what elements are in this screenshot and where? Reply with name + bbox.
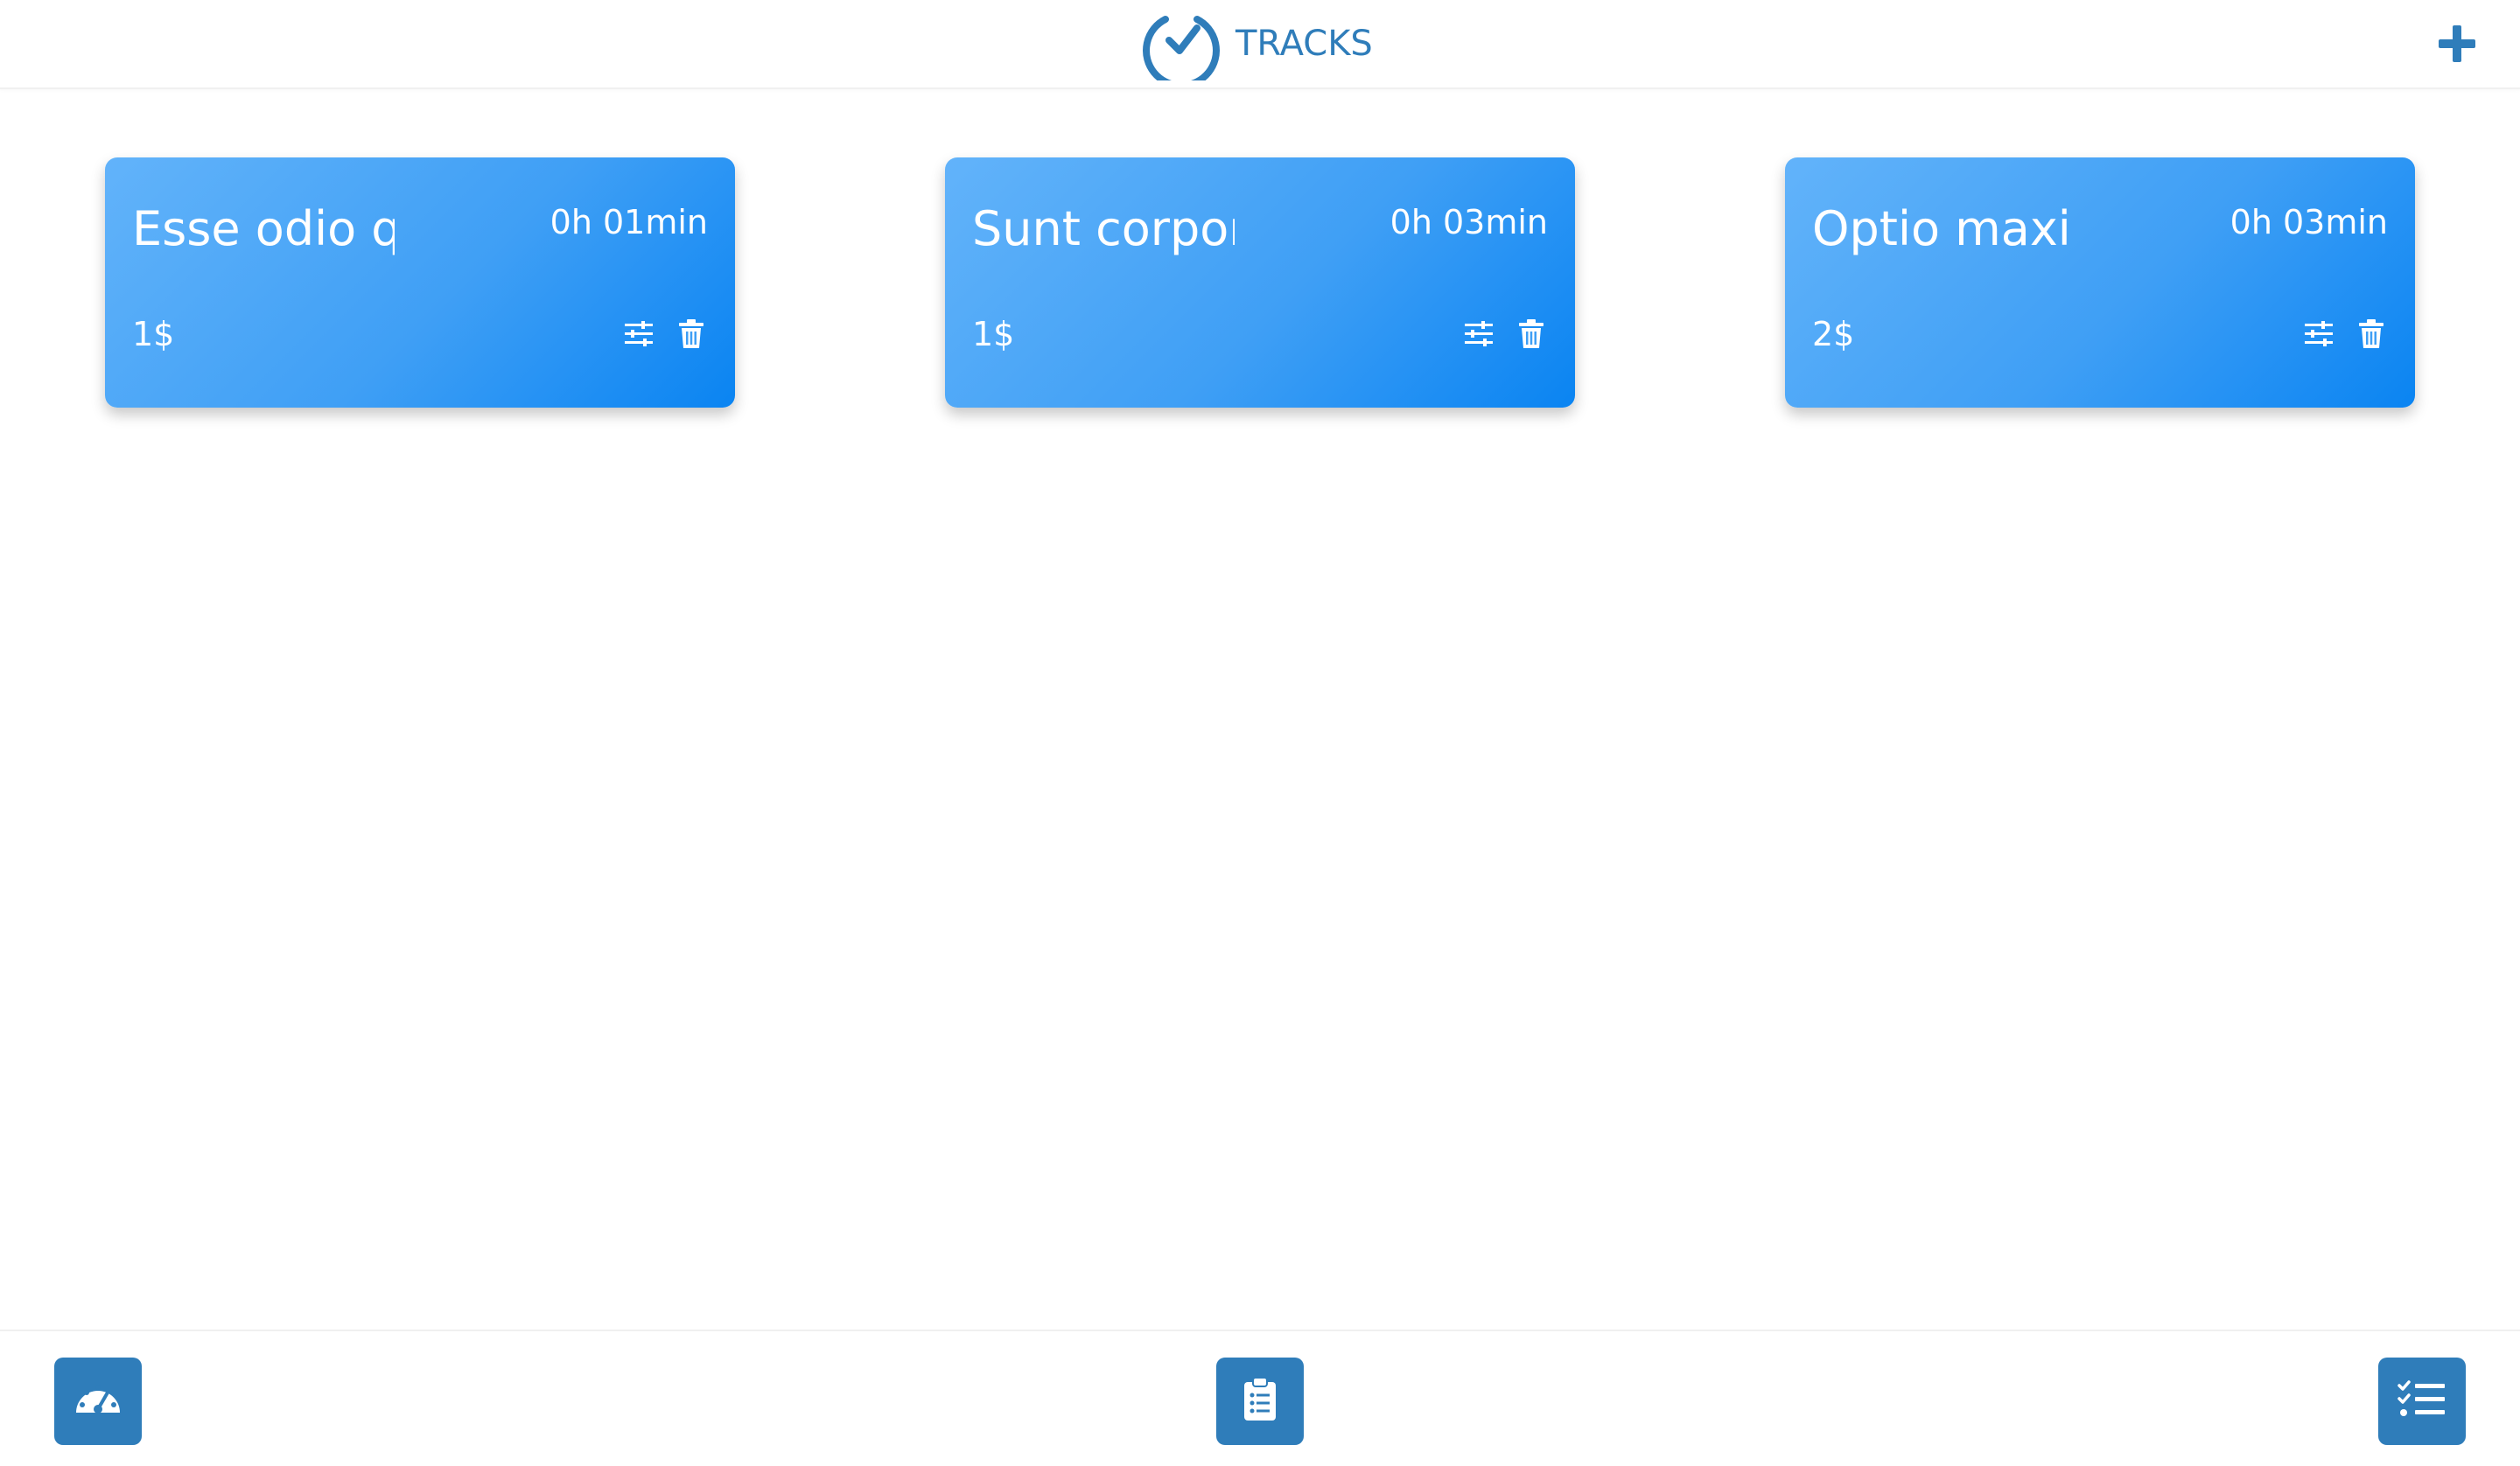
track-title: Esse odio qu — [132, 201, 395, 256]
track-duration: 0h 01min — [550, 203, 708, 241]
app-title: TRACKS — [1236, 24, 1373, 64]
nav-tracks-button[interactable] — [1216, 1358, 1304, 1445]
edit-track-button[interactable] — [2301, 318, 2336, 353]
track-price: 2$ — [1812, 315, 1855, 353]
nav-tasks-button[interactable] — [2378, 1358, 2466, 1445]
track-card[interactable]: Optio maxir 0h 03min 2$ — [1785, 157, 2415, 408]
track-card[interactable]: Esse odio qu 0h 01min 1$ — [105, 157, 735, 408]
trash-icon — [2358, 319, 2384, 353]
bottom-nav — [0, 1330, 2520, 1466]
brand: TRACKS — [1139, 7, 1373, 80]
clipboard-list-icon — [1242, 1377, 1278, 1426]
delete-track-button[interactable] — [1514, 318, 1549, 353]
edit-track-button[interactable] — [621, 318, 656, 353]
plus-icon — [2437, 24, 2477, 67]
sliders-icon — [1463, 320, 1494, 352]
checklist-icon — [2398, 1379, 2446, 1423]
edit-track-button[interactable] — [1461, 318, 1496, 353]
track-card[interactable]: Sunt corpor 0h 03min 1$ — [945, 157, 1575, 408]
sliders-icon — [2303, 320, 2334, 352]
delete-track-button[interactable] — [2354, 318, 2389, 353]
trash-icon — [1518, 319, 1544, 353]
app-header: TRACKS — [0, 0, 2520, 89]
delete-track-button[interactable] — [674, 318, 709, 353]
track-price: 1$ — [972, 315, 1015, 353]
track-title: Sunt corpor — [972, 201, 1235, 256]
track-title: Optio maxir — [1812, 201, 2075, 256]
track-duration: 0h 03min — [1390, 203, 1548, 241]
track-duration: 0h 03min — [2230, 203, 2388, 241]
nav-dashboard-button[interactable] — [54, 1358, 142, 1445]
sliders-icon — [623, 320, 654, 352]
trash-icon — [678, 319, 704, 353]
clock-check-icon — [1139, 7, 1223, 80]
add-track-button[interactable] — [2432, 21, 2482, 70]
dashboard-gauge-icon — [73, 1378, 123, 1425]
track-price: 1$ — [132, 315, 175, 353]
